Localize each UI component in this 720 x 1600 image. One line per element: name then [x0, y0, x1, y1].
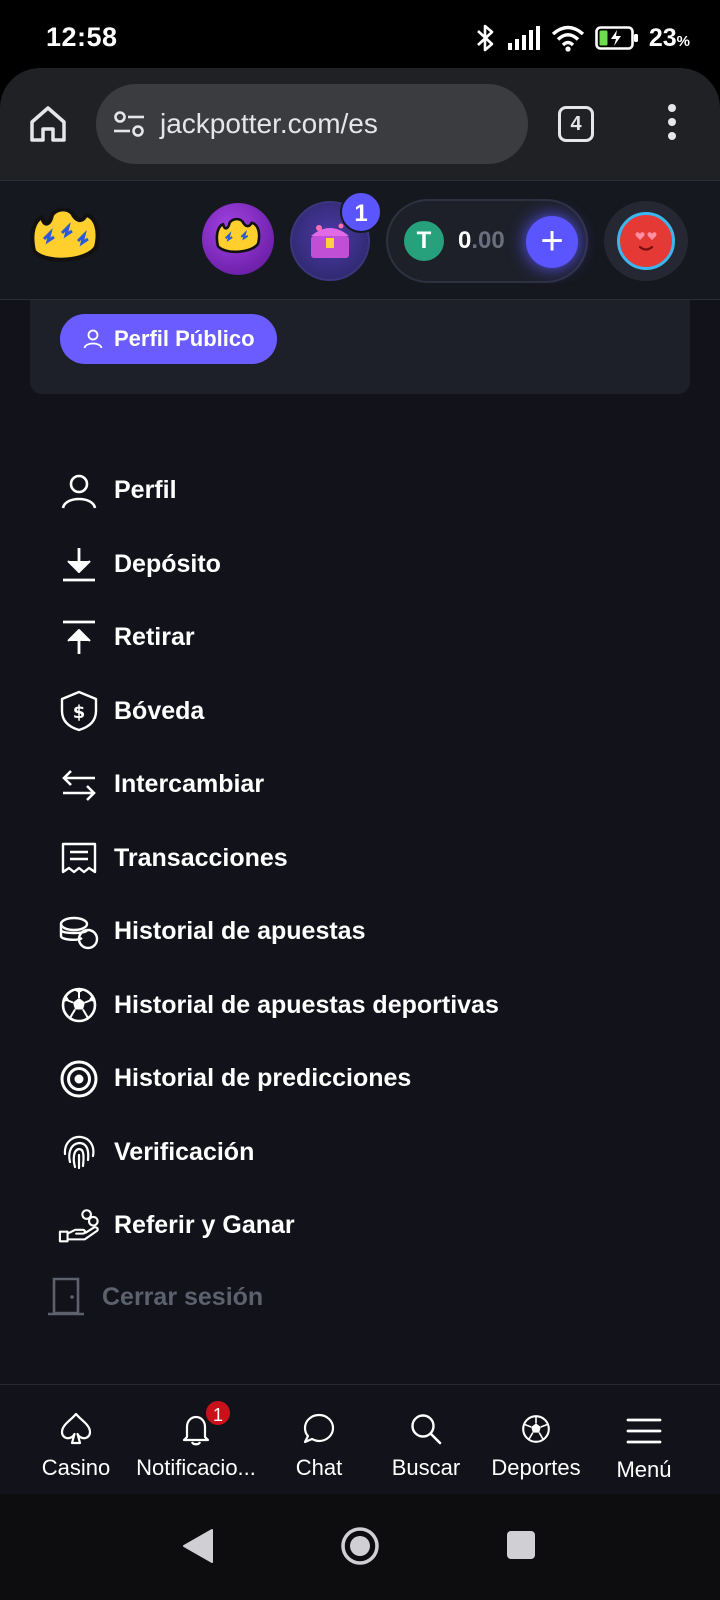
menu-item-retirar[interactable]: Retirar: [58, 601, 499, 675]
url-text[interactable]: jackpotter.com/es: [160, 108, 378, 140]
heart-eyes-emoji-icon: [635, 232, 657, 251]
soccer-ball-icon: [61, 987, 97, 1023]
menu-item-deposito[interactable]: Depósito: [58, 528, 499, 602]
crown-logo-icon: [30, 207, 100, 262]
status-bar: 12:58 23%: [0, 0, 720, 72]
account-menu: Perfil Público Perfil Depósito Retirar $…: [0, 300, 720, 1384]
search-icon: [411, 1414, 442, 1445]
status-time: 12:58: [46, 22, 118, 52]
menu-item-intercambiar[interactable]: Intercambiar: [58, 748, 499, 822]
menu-item-label: Historial de apuestas deportivas: [114, 990, 499, 1019]
balance-value: 0.00: [458, 227, 505, 254]
menu-item-boveda[interactable]: $ Bóveda: [58, 675, 499, 749]
door-icon: [48, 1277, 84, 1316]
nav-label: Deportes: [491, 1455, 581, 1480]
browser-home-button[interactable]: [26, 102, 70, 146]
menu-item-perfil[interactable]: Perfil: [58, 454, 499, 528]
nav-deportes[interactable]: Deportes: [486, 1385, 586, 1495]
menu-item-label: Historial de predicciones: [114, 1064, 412, 1093]
bottom-nav: Casino Notificacio... 1 Chat Buscar Depo…: [0, 1384, 720, 1494]
menu-item-label: Referir y Ganar: [114, 1211, 295, 1240]
site-settings-icon[interactable]: [112, 107, 146, 141]
menu-item-historial-predicciones[interactable]: Historial de predicciones: [58, 1042, 499, 1116]
profile-card: Perfil Público: [30, 300, 690, 394]
tabs-button[interactable]: 4: [558, 106, 594, 142]
chest-badge: 1: [340, 191, 382, 233]
coins-stack-icon: [59, 916, 99, 949]
nav-label: Buscar: [391, 1455, 461, 1480]
wifi-icon: [551, 25, 584, 52]
nav-buscar[interactable]: Buscar: [384, 1385, 468, 1495]
home-icon: [30, 106, 66, 142]
nav-chat[interactable]: Chat: [286, 1385, 352, 1495]
battery-percent: 23%: [648, 23, 690, 52]
fingerprint-icon: [63, 1136, 95, 1170]
menu-list: Perfil Depósito Retirar $ Bóveda Interca…: [58, 454, 499, 1263]
url-bar[interactable]: jackpotter.com/es: [96, 84, 528, 164]
public-profile-button[interactable]: Perfil Público: [60, 314, 277, 364]
nav-menu[interactable]: Menú: [606, 1385, 682, 1495]
menu-item-referir[interactable]: Referir y Ganar: [58, 1189, 499, 1263]
bluetooth-icon: [476, 24, 494, 52]
nav-label: Notificacio...: [136, 1455, 256, 1480]
user-avatar-button[interactable]: [604, 201, 688, 281]
menu-item-label: Intercambiar: [114, 770, 265, 799]
status-icons: 23%: [473, 20, 690, 56]
nav-label: Chat: [295, 1455, 343, 1480]
upload-icon: [63, 620, 95, 654]
chat-bubble-icon: [303, 1413, 335, 1444]
brand-logo[interactable]: [26, 203, 104, 277]
public-profile-label: Perfil Público: [114, 326, 255, 351]
tether-icon: T: [404, 221, 444, 261]
notification-badge: 1: [204, 1399, 232, 1427]
menu-item-historial-deportivas[interactable]: Historial de apuestas deportivas: [58, 969, 499, 1043]
more-vert-icon[interactable]: [660, 104, 684, 144]
menu-item-label: Historial de apuestas: [114, 917, 366, 946]
menu-item-verificacion[interactable]: Verificación: [58, 1116, 499, 1190]
receipt-icon: [61, 843, 97, 874]
soccer-ball-icon: [522, 1415, 550, 1443]
hand-coins-icon: [58, 1208, 99, 1243]
menu-item-transacciones[interactable]: Transacciones: [58, 822, 499, 896]
menu-item-label: Bóveda: [114, 696, 205, 725]
browser-toolbar: jackpotter.com/es 4: [0, 68, 720, 180]
balance-pill[interactable]: T 0.00 +: [386, 199, 588, 283]
target-icon: [60, 1060, 98, 1098]
crown-icon: [215, 217, 261, 253]
nav-notificaciones[interactable]: Notificacio... 1: [128, 1385, 264, 1495]
menu-item-label: Depósito: [114, 549, 221, 578]
nav-label: Menú: [616, 1457, 672, 1482]
logout-button[interactable]: Cerrar sesión: [46, 1274, 263, 1320]
download-icon: [63, 548, 95, 582]
vault-shield-icon: $: [60, 691, 98, 732]
android-nav-bar: [0, 1494, 720, 1600]
hamburger-menu-icon: [626, 1418, 662, 1444]
user-icon: [83, 329, 103, 349]
user-icon: [61, 474, 97, 509]
avatar: [617, 212, 675, 270]
nav-label: Casino: [41, 1455, 111, 1480]
svg-text:$: $: [73, 702, 86, 723]
spade-icon: [60, 1412, 92, 1445]
menu-item-label: Retirar: [114, 623, 195, 652]
menu-item-historial-apuestas[interactable]: Historial de apuestas: [58, 895, 499, 969]
home-circle-icon[interactable]: [340, 1526, 380, 1566]
deposit-plus-button[interactable]: +: [526, 216, 578, 268]
menu-item-label: Perfil: [114, 476, 177, 505]
site-header: 1 T 0.00 +: [0, 180, 720, 300]
battery-charging-icon: [595, 26, 638, 50]
recents-square-icon[interactable]: [506, 1530, 536, 1560]
promo-crown-button[interactable]: [202, 203, 274, 275]
swap-arrows-icon: [62, 769, 96, 801]
menu-item-label: Transacciones: [114, 843, 288, 872]
logout-label: Cerrar sesión: [102, 1282, 264, 1311]
menu-item-label: Verificación: [114, 1137, 255, 1166]
nav-casino[interactable]: Casino: [36, 1385, 116, 1495]
signal-icon: [507, 26, 540, 50]
back-triangle-icon[interactable]: [182, 1528, 214, 1564]
